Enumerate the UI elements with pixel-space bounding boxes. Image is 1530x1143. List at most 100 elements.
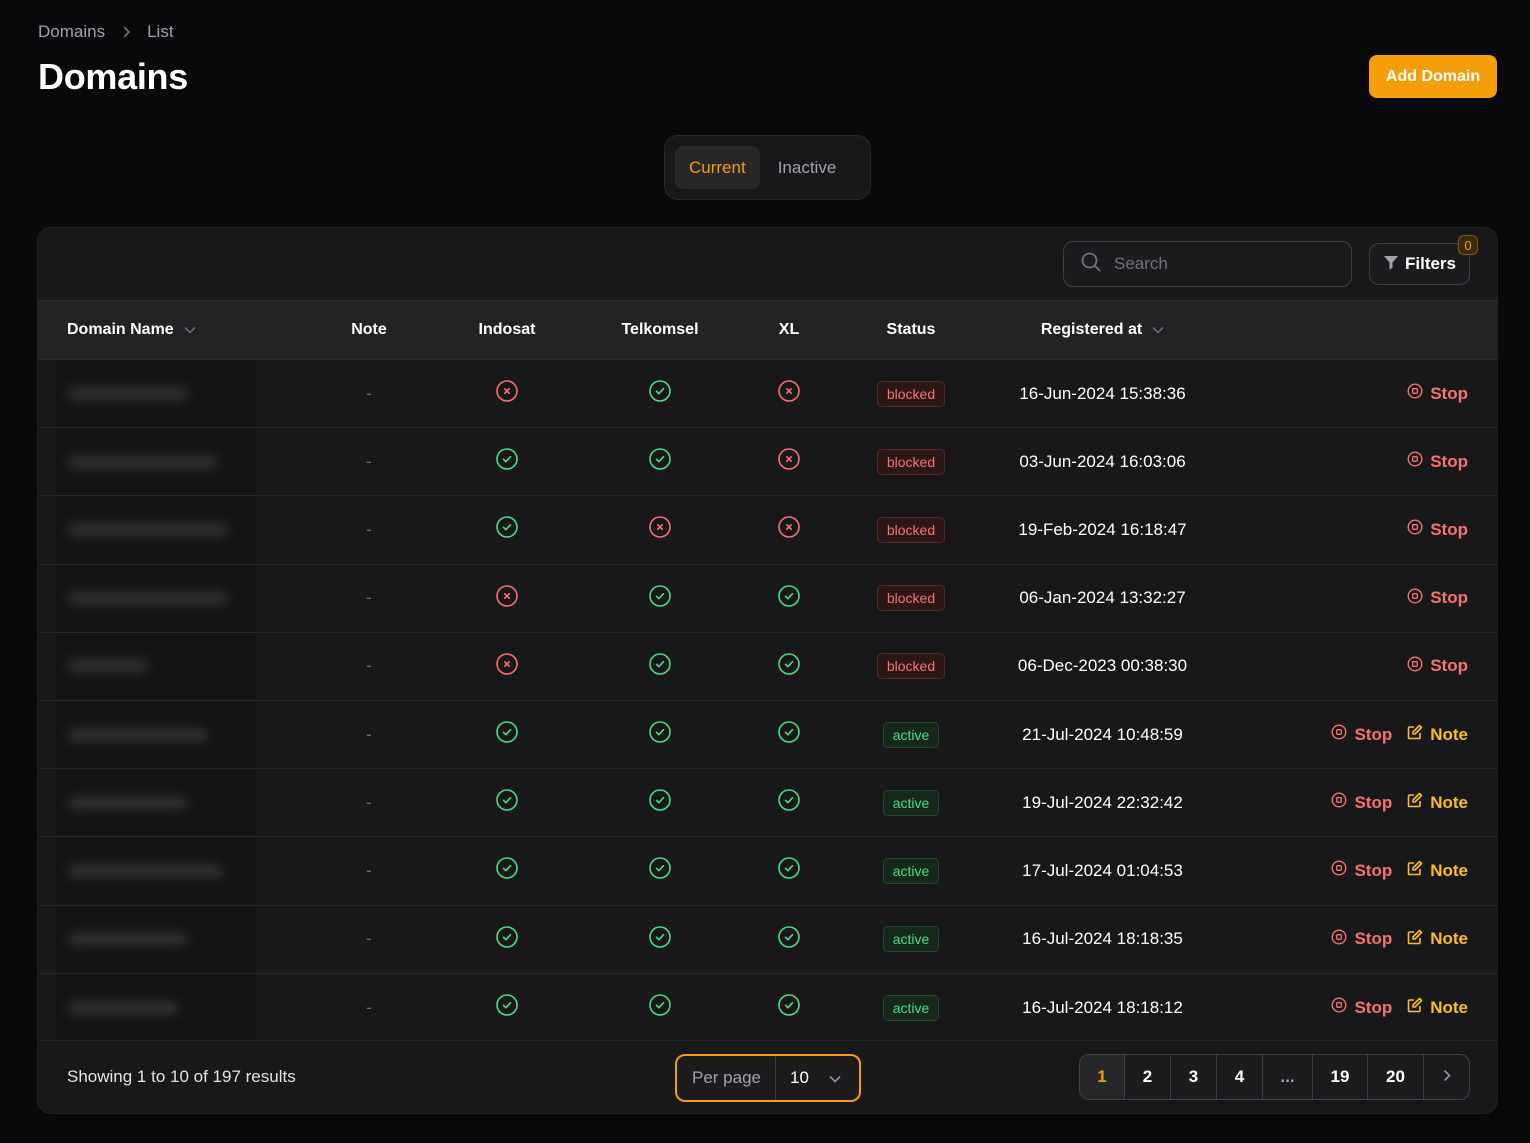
action-label: Note	[1430, 860, 1468, 880]
domain-name-redacted[interactable]	[56, 565, 256, 632]
domains-table-card: Filters 0 Domain Name Note Indosat Telko…	[37, 227, 1498, 1114]
note-cell: -	[366, 929, 372, 949]
table-row: - active 17-Jul-2024 01:04:53 Stop Note	[38, 837, 1497, 905]
check-circle-icon	[777, 652, 801, 676]
table-body: - blocked 16-Jun-2024 15:38:36 Stop - blocked…	[38, 360, 1497, 1042]
page-button-1[interactable]: 1	[1080, 1055, 1125, 1099]
page-button-19[interactable]: 19	[1313, 1055, 1368, 1099]
status-badge: active	[882, 857, 940, 884]
row-actions: Stop	[1241, 496, 1497, 564]
search-input[interactable]	[1114, 254, 1334, 274]
edit-note-icon	[1407, 997, 1423, 1018]
column-header-note: Note	[351, 321, 387, 338]
stop-button[interactable]: Stop	[1407, 656, 1468, 677]
row-actions: Stop Note	[1241, 700, 1497, 768]
table-row: - active 16-Jul-2024 18:18:35 Stop Note	[38, 905, 1497, 974]
action-label: Stop	[1354, 929, 1393, 949]
domain-name-redacted[interactable]	[56, 496, 256, 563]
stop-button[interactable]: Stop	[1407, 588, 1468, 609]
stop-button[interactable]: Stop	[1331, 860, 1392, 881]
edit-note-icon	[1407, 860, 1423, 881]
page-button-2[interactable]: 2	[1125, 1055, 1171, 1099]
domain-name-redacted[interactable]	[56, 837, 256, 904]
per-page-select[interactable]: Per page 10	[675, 1054, 861, 1102]
stop-circle-icon	[1331, 929, 1347, 950]
stop-button[interactable]: Stop	[1331, 929, 1392, 950]
per-page-value[interactable]: 10	[776, 1068, 841, 1088]
per-page-label: Per page	[677, 1056, 776, 1100]
tab-current[interactable]: Current	[675, 146, 760, 189]
domain-name-redacted[interactable]	[56, 769, 256, 836]
x-circle-icon	[648, 515, 672, 539]
check-circle-icon	[495, 447, 519, 471]
column-header-registered-at[interactable]: Registered at	[964, 301, 1241, 360]
row-actions: Stop	[1241, 632, 1497, 700]
stop-button[interactable]: Stop	[1407, 451, 1468, 472]
check-circle-icon	[648, 788, 672, 812]
stop-button[interactable]: Stop	[1331, 997, 1392, 1018]
registered-at-cell: 06-Jan-2024 13:32:27	[1019, 588, 1186, 608]
domain-name-redacted[interactable]	[56, 906, 256, 973]
check-circle-icon	[495, 515, 519, 539]
next-page-button[interactable]	[1424, 1055, 1469, 1099]
page-button-20[interactable]: 20	[1368, 1055, 1424, 1099]
check-circle-icon	[495, 856, 519, 880]
action-label: Stop	[1354, 792, 1393, 812]
add-domain-button[interactable]: Add Domain	[1369, 55, 1497, 98]
check-circle-icon	[648, 856, 672, 880]
note-button[interactable]: Note	[1407, 792, 1468, 813]
stop-circle-icon	[1331, 724, 1347, 745]
action-label: Note	[1430, 724, 1468, 744]
column-header-domain-name[interactable]: Domain Name	[38, 301, 324, 360]
page-button-4[interactable]: 4	[1217, 1055, 1263, 1099]
domain-name-redacted[interactable]	[56, 633, 256, 700]
stop-button[interactable]: Stop	[1331, 792, 1392, 813]
action-label: Note	[1430, 997, 1468, 1017]
pagination-ellipsis: ...	[1263, 1055, 1313, 1099]
action-label: Stop	[1354, 997, 1393, 1017]
search-box[interactable]	[1063, 241, 1352, 287]
domain-name-redacted[interactable]	[56, 428, 256, 495]
domain-name-redacted[interactable]	[56, 360, 256, 427]
stop-button[interactable]: Stop	[1407, 383, 1468, 404]
row-actions: Stop	[1241, 564, 1497, 632]
breadcrumb: Domains List	[38, 22, 174, 42]
table-row: - blocked 16-Jun-2024 15:38:36 Stop	[38, 360, 1497, 428]
domain-name-redacted[interactable]	[56, 974, 256, 1041]
stop-button[interactable]: Stop	[1407, 519, 1468, 540]
note-button[interactable]: Note	[1407, 860, 1468, 881]
table-header-row: Domain Name Note Indosat Telkomsel XL St…	[38, 300, 1497, 360]
note-cell: -	[366, 451, 372, 471]
domains-table: Domain Name Note Indosat Telkomsel XL St…	[38, 300, 1497, 1041]
check-circle-icon	[495, 993, 519, 1017]
x-circle-icon	[777, 379, 801, 403]
note-button[interactable]: Note	[1407, 997, 1468, 1018]
table-row: - blocked 06-Jan-2024 13:32:27 Stop	[38, 564, 1497, 633]
tab-inactive[interactable]: Inactive	[764, 146, 851, 189]
row-actions: Stop	[1241, 428, 1497, 496]
column-header-status: Status	[886, 321, 936, 338]
x-circle-icon	[495, 652, 519, 676]
breadcrumb-item-domains[interactable]: Domains	[38, 22, 105, 42]
status-tabs: Current Inactive	[664, 135, 871, 200]
filters-button[interactable]: Filters	[1369, 243, 1470, 285]
stop-circle-icon	[1331, 792, 1347, 813]
chevron-right-icon	[121, 26, 131, 38]
column-header-xl: XL	[778, 321, 800, 338]
action-label: Stop	[1430, 451, 1468, 471]
note-button[interactable]: Note	[1407, 724, 1468, 745]
note-button[interactable]: Note	[1407, 929, 1468, 950]
row-actions: Stop Note	[1241, 973, 1497, 1041]
edit-note-icon	[1407, 929, 1423, 950]
note-cell: -	[366, 588, 372, 608]
registered-at-cell: 17-Jul-2024 01:04:53	[1022, 860, 1183, 880]
domain-name-redacted[interactable]	[56, 701, 256, 768]
page-button-3[interactable]: 3	[1171, 1055, 1217, 1099]
check-circle-icon	[495, 720, 519, 744]
stop-button[interactable]: Stop	[1331, 724, 1392, 745]
edit-note-icon	[1407, 724, 1423, 745]
note-cell: -	[366, 656, 372, 676]
chevron-right-icon	[1443, 1067, 1451, 1087]
note-cell: -	[366, 792, 372, 812]
search-icon	[1080, 251, 1102, 278]
